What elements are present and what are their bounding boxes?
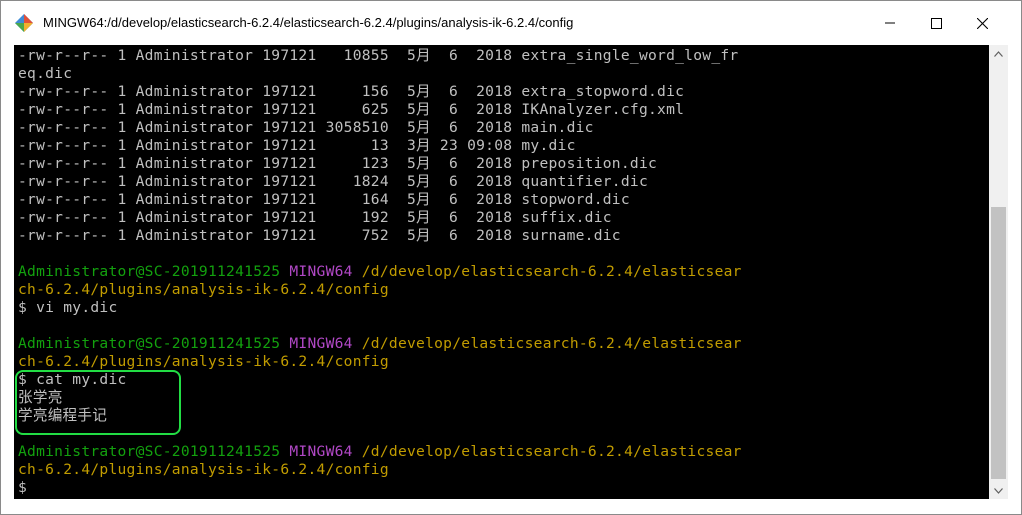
- terminal-text-segment: ch-6.2.4/plugins/analysis-ik-6.2.4/confi…: [18, 281, 389, 298]
- scroll-down-arrow-icon: [994, 487, 1003, 494]
- terminal-text-segment: MINGW64: [289, 335, 353, 352]
- terminal-line: -rw-r--r-- 1 Administrator 197121 305851…: [18, 119, 742, 137]
- terminal-text-segment: 学亮编程手记: [18, 407, 108, 424]
- terminal-text-segment: ch-6.2.4/plugins/analysis-ik-6.2.4/confi…: [18, 461, 389, 478]
- terminal-text-segment: -rw-r--r-- 1 Administrator 197121 192 5月…: [18, 209, 612, 226]
- close-icon: [976, 17, 988, 29]
- terminal-text-segment: -rw-r--r-- 1 Administrator 197121 10855 …: [18, 47, 739, 64]
- terminal-line: ch-6.2.4/plugins/analysis-ik-6.2.4/confi…: [18, 281, 742, 299]
- terminal-text-segment: ch-6.2.4/plugins/analysis-ik-6.2.4/confi…: [18, 353, 389, 370]
- terminal-line: Administrator@SC-201911241525 MINGW64 /d…: [18, 263, 742, 281]
- terminal-line: ch-6.2.4/plugins/analysis-ik-6.2.4/confi…: [18, 461, 742, 479]
- terminal-text-segment: -rw-r--r-- 1 Administrator 197121 156 5月…: [18, 83, 685, 100]
- window-bottom-border: [1, 499, 1021, 514]
- terminal-line: -rw-r--r-- 1 Administrator 197121 1824 5…: [18, 173, 742, 191]
- terminal-line: -rw-r--r-- 1 Administrator 197121 156 5月…: [18, 83, 742, 101]
- terminal-line: -rw-r--r-- 1 Administrator 197121 752 5月…: [18, 227, 742, 245]
- terminal-text-segment: Administrator@SC-201911241525: [18, 335, 281, 352]
- terminal-text-segment: $ vi my.dic: [18, 299, 118, 316]
- terminal-text-segment: -rw-r--r-- 1 Administrator 197121 625 5月…: [18, 101, 685, 118]
- terminal-line: $ cat my.dic: [18, 371, 742, 389]
- terminal-line: -rw-r--r-- 1 Administrator 197121 164 5月…: [18, 191, 742, 209]
- minimize-button[interactable]: [867, 1, 913, 45]
- terminal-line: -rw-r--r-- 1 Administrator 197121 13 3月 …: [18, 137, 742, 155]
- terminal-line: 学亮编程手记: [18, 407, 742, 425]
- terminal-text-segment: $ cat my.dic: [18, 371, 127, 388]
- terminal-text-segment: -rw-r--r-- 1 Administrator 197121 164 5月…: [18, 191, 630, 208]
- title-bar[interactable]: MINGW64:/d/develop/elasticsearch-6.2.4/e…: [1, 1, 1021, 45]
- terminal-text-segment: MINGW64: [289, 443, 353, 460]
- terminal-text-segment: eq.dic: [18, 65, 73, 82]
- terminal-line: ch-6.2.4/plugins/analysis-ik-6.2.4/confi…: [18, 353, 742, 371]
- close-button[interactable]: [959, 1, 1005, 45]
- terminal-line: -rw-r--r-- 1 Administrator 197121 192 5月…: [18, 209, 742, 227]
- minimize-icon: [885, 22, 895, 24]
- scrollbar-thumb[interactable]: [991, 207, 1006, 479]
- terminal-lines: -rw-r--r-- 1 Administrator 197121 10855 …: [18, 47, 742, 497]
- terminal-text-segment: -rw-r--r-- 1 Administrator 197121 305851…: [18, 119, 594, 136]
- scroll-up-button[interactable]: [989, 45, 1008, 62]
- terminal-window: MINGW64:/d/develop/elasticsearch-6.2.4/e…: [0, 0, 1022, 515]
- terminal-text-segment: Administrator@SC-201911241525: [18, 263, 281, 280]
- maximize-icon: [930, 17, 942, 29]
- terminal-line: -rw-r--r-- 1 Administrator 197121 10855 …: [18, 47, 742, 65]
- terminal-text-segment: -rw-r--r-- 1 Administrator 197121 752 5月…: [18, 227, 621, 244]
- window-title: MINGW64:/d/develop/elasticsearch-6.2.4/e…: [43, 15, 574, 30]
- terminal-text-segment: Administrator@SC-201911241525: [18, 443, 281, 460]
- terminal-line: Administrator@SC-201911241525 MINGW64 /d…: [18, 335, 742, 353]
- terminal-line: -rw-r--r-- 1 Administrator 197121 123 5月…: [18, 155, 742, 173]
- terminal-text-segment: /d/develop/elasticsearch-6.2.4/elasticse…: [361, 263, 742, 280]
- maximize-button[interactable]: [913, 1, 959, 45]
- scroll-down-button[interactable]: [989, 482, 1008, 499]
- terminal-text-segment: /d/develop/elasticsearch-6.2.4/elasticse…: [361, 335, 742, 352]
- terminal-line: 张学亮: [18, 389, 742, 407]
- terminal-line: $: [18, 479, 742, 497]
- terminal-line: -rw-r--r-- 1 Administrator 197121 625 5月…: [18, 101, 742, 119]
- terminal-line: eq.dic: [18, 65, 742, 83]
- terminal-text-segment: -rw-r--r-- 1 Administrator 197121 13 3月 …: [18, 137, 576, 154]
- terminal-line: Administrator@SC-201911241525 MINGW64 /d…: [18, 443, 742, 461]
- scroll-up-arrow-icon: [994, 50, 1003, 57]
- terminal-output[interactable]: -rw-r--r-- 1 Administrator 197121 10855 …: [14, 45, 989, 499]
- terminal-text-segment: 张学亮: [18, 389, 63, 406]
- terminal-text-segment: -rw-r--r-- 1 Administrator 197121 123 5月…: [18, 155, 658, 172]
- terminal-text-segment: /d/develop/elasticsearch-6.2.4/elasticse…: [361, 443, 742, 460]
- mintty-app-icon[interactable]: [15, 14, 33, 32]
- terminal-text-segment: -rw-r--r-- 1 Administrator 197121 1824 5…: [18, 173, 648, 190]
- terminal-text-segment: $: [18, 479, 28, 496]
- vertical-scrollbar[interactable]: [989, 45, 1008, 499]
- terminal-line: $ vi my.dic: [18, 299, 742, 317]
- terminal-text-segment: MINGW64: [289, 263, 353, 280]
